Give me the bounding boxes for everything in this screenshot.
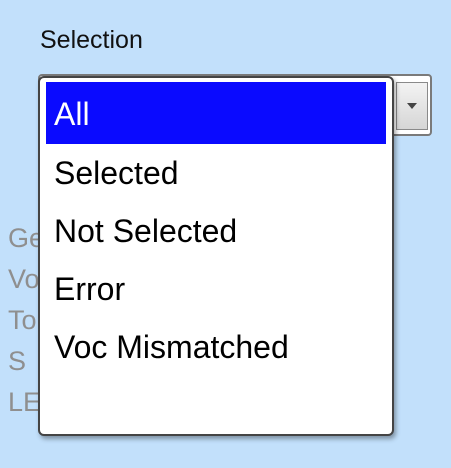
selection-dropdown-list[interactable]: All Selected Not Selected Error Voc Mism… [38,76,394,436]
option-all[interactable]: All [46,82,386,144]
option-voc-mismatched[interactable]: Voc Mismatched [46,318,386,376]
chevron-down-icon [406,102,418,110]
selection-label: Selection [40,26,143,54]
option-error[interactable]: Error [46,260,386,318]
dropdown-arrow-button[interactable] [396,82,428,130]
option-selected[interactable]: Selected [46,144,386,202]
option-not-selected[interactable]: Not Selected [46,202,386,260]
